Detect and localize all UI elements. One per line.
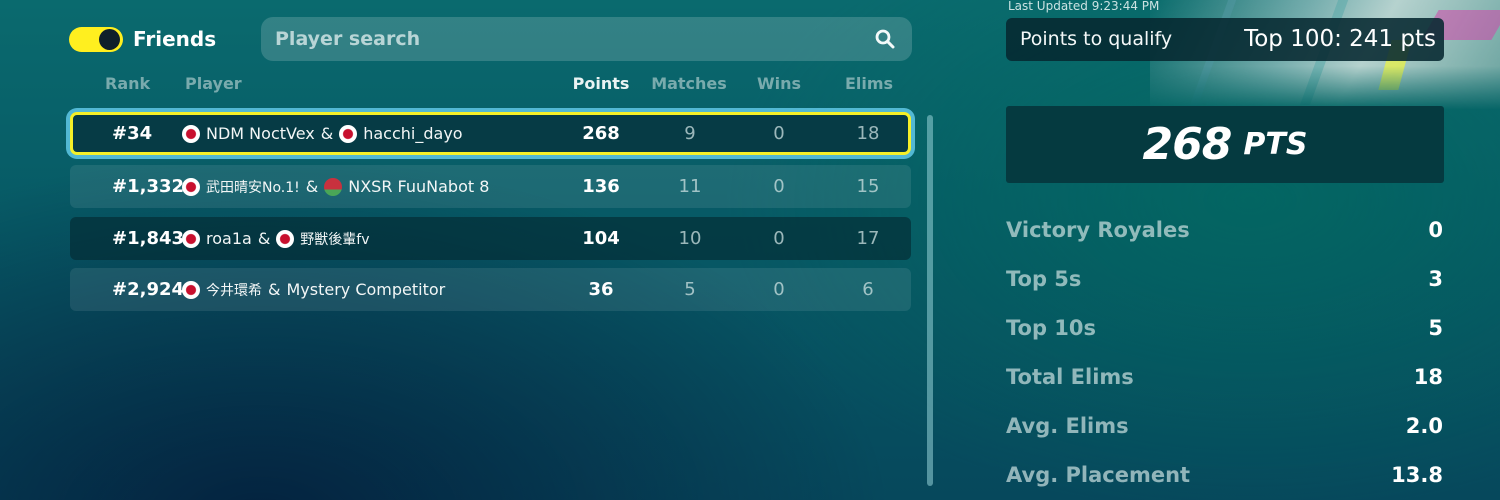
row-players: 武田晴安No.1! & NXSR FuuNabot 8 xyxy=(182,165,489,208)
row-matches: 11 xyxy=(678,176,702,197)
stat-victory-royales: Victory Royales 0 xyxy=(1006,218,1444,248)
row-matches: 9 xyxy=(684,123,696,144)
row-wins: 0 xyxy=(773,176,785,197)
player-name: Mystery Competitor xyxy=(286,280,446,299)
stat-avg-elims: Avg. Elims 2.0 xyxy=(1006,414,1444,444)
friends-toggle[interactable] xyxy=(69,27,123,52)
column-header-points[interactable]: Points xyxy=(573,74,630,93)
leaderboard-row-selected[interactable]: #34 NDM NoctVex & hacchi_dayo 268 9 0 18 xyxy=(70,112,911,155)
row-wins: 0 xyxy=(773,279,785,300)
player-name: hacchi_dayo xyxy=(363,124,463,143)
leaderboard-scrollbar[interactable] xyxy=(927,115,933,486)
stat-avg-placement: Avg. Placement 13.8 xyxy=(1006,463,1444,493)
row-players: 今井環希 & Mystery Competitor xyxy=(182,268,445,311)
player-search-bar[interactable] xyxy=(261,17,912,61)
qualify-value: Top 100: 241 pts xyxy=(1244,26,1436,52)
stat-label: Avg. Placement xyxy=(1006,463,1191,487)
team-separator: & xyxy=(257,229,271,248)
stat-value: 5 xyxy=(1428,316,1443,340)
total-points-unit: PTS xyxy=(1243,127,1308,162)
player-name: 野獣後輩fv xyxy=(300,231,370,248)
row-rank: #2,924 xyxy=(112,279,185,300)
stat-value: 0 xyxy=(1428,218,1443,242)
stat-label: Total Elims xyxy=(1006,365,1134,389)
row-points: 36 xyxy=(588,279,614,300)
search-icon[interactable] xyxy=(875,29,895,49)
column-header-player: Player xyxy=(185,74,242,93)
column-header-matches[interactable]: Matches xyxy=(651,74,727,93)
qualify-banner: Points to qualify Top 100: 241 pts xyxy=(1006,18,1444,61)
japan-flag-icon xyxy=(182,229,200,248)
player-name: NXSR FuuNabot 8 xyxy=(348,177,490,196)
japan-flag-icon xyxy=(182,124,200,143)
stat-top-5s: Top 5s 3 xyxy=(1006,267,1444,297)
stat-value: 18 xyxy=(1413,365,1443,389)
player-search-input[interactable] xyxy=(261,17,851,61)
qualify-label: Points to qualify xyxy=(1020,28,1173,50)
stat-top-10s: Top 10s 5 xyxy=(1006,316,1444,346)
team-separator: & xyxy=(268,280,281,299)
row-matches: 10 xyxy=(678,228,702,249)
row-elims: 18 xyxy=(856,123,880,144)
japan-flag-icon xyxy=(182,177,200,196)
row-players: NDM NoctVex & hacchi_dayo xyxy=(182,115,463,152)
leaderboard-row[interactable]: #1,843 roa1a & 野獣後輩fv 104 10 0 17 xyxy=(70,217,911,260)
column-header-rank: Rank xyxy=(105,74,151,93)
row-points: 136 xyxy=(582,176,620,197)
row-elims: 6 xyxy=(862,279,874,300)
japan-flag-icon xyxy=(276,229,295,248)
last-updated-text: Last Updated 9:23:44 PM xyxy=(1008,0,1160,13)
stat-value: 13.8 xyxy=(1391,463,1443,487)
belarus-flag-icon xyxy=(324,177,343,196)
column-header-elims[interactable]: Elims xyxy=(845,74,893,93)
row-rank: #1,843 xyxy=(112,228,185,249)
team-separator: & xyxy=(320,124,334,143)
player-name: 今井環希 xyxy=(206,282,262,299)
total-points-card: 268 PTS xyxy=(1006,106,1444,183)
row-rank: #1,332 xyxy=(112,176,185,197)
row-points: 104 xyxy=(582,228,620,249)
toggle-knob xyxy=(99,29,120,50)
japan-flag-icon xyxy=(182,280,200,299)
row-rank: #34 xyxy=(112,123,153,144)
japan-flag-icon xyxy=(339,124,358,143)
player-name: roa1a xyxy=(206,229,252,248)
column-header-wins[interactable]: Wins xyxy=(757,74,801,93)
row-elims: 17 xyxy=(856,228,880,249)
row-wins: 0 xyxy=(773,228,785,249)
stat-value: 3 xyxy=(1428,267,1443,291)
row-points: 268 xyxy=(582,123,620,144)
player-name: NDM NoctVex xyxy=(206,124,315,143)
stat-total-elims: Total Elims 18 xyxy=(1006,365,1444,395)
stat-label: Victory Royales xyxy=(1006,218,1190,242)
team-separator: & xyxy=(305,177,319,196)
friends-label: Friends xyxy=(133,27,217,51)
leaderboard-row[interactable]: #1,332 武田晴安No.1! & NXSR FuuNabot 8 136 1… xyxy=(70,165,911,208)
row-elims: 15 xyxy=(856,176,880,197)
stat-label: Avg. Elims xyxy=(1006,414,1129,438)
stat-label: Top 10s xyxy=(1006,316,1097,340)
player-name: 武田晴安No.1! xyxy=(206,179,300,196)
row-wins: 0 xyxy=(773,123,785,144)
row-players: roa1a & 野獣後輩fv xyxy=(182,217,370,260)
stat-label: Top 5s xyxy=(1006,267,1082,291)
stat-value: 2.0 xyxy=(1405,414,1443,438)
leaderboard-row[interactable]: #2,924 今井環希 & Mystery Competitor 36 5 0 … xyxy=(70,268,911,311)
row-matches: 5 xyxy=(684,279,696,300)
total-points-value: 268 xyxy=(1142,119,1233,170)
